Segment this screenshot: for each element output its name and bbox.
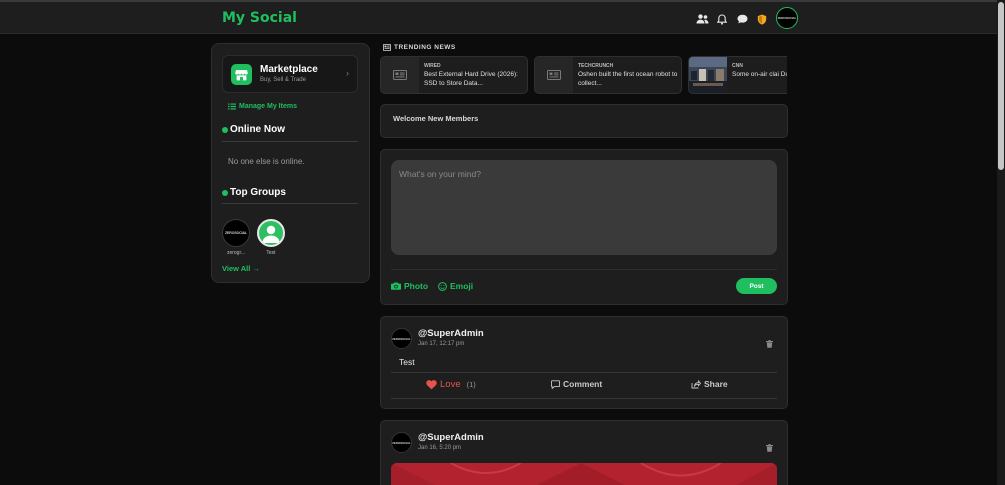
share-button[interactable]: Share (691, 379, 728, 389)
divider (222, 141, 358, 142)
avatar-logo: ZEROSOCIAL (392, 336, 411, 341)
news-placeholder-icon (535, 57, 573, 93)
share-label: Share (704, 379, 728, 389)
list-icon (228, 103, 236, 110)
users-icon[interactable] (694, 11, 710, 27)
comment-label: Comment (563, 379, 603, 389)
comment-icon (551, 379, 560, 389)
header-icons (694, 7, 774, 31)
online-empty-text: No one else is online. (228, 157, 305, 166)
profile-avatar[interactable]: ZEROSOCIAL (776, 7, 798, 29)
manage-items-label: Manage My Items (239, 103, 297, 110)
brand-logo[interactable]: My Social (222, 10, 297, 26)
smile-icon (438, 281, 447, 291)
news-card[interactable]: CNN Some on-air clai Dominion Voting (688, 56, 787, 94)
camera-icon (391, 282, 401, 290)
news-headline: Best External Hard Drive (2026): SSD to … (424, 71, 518, 87)
group-logo: ZEROSOCIAL (225, 231, 247, 235)
groups-dot-icon (222, 189, 228, 196)
trash-icon[interactable] (766, 335, 773, 353)
add-photo-button[interactable]: Photo (391, 281, 428, 291)
group-name: zerogr... (226, 250, 246, 256)
group-avatar: ZEROSOCIAL (222, 219, 250, 247)
store-icon (231, 64, 252, 85)
online-dot-icon (222, 126, 228, 133)
news-headline: Some on-air clai Dominion Voting (732, 71, 787, 78)
divider (391, 398, 777, 399)
marketplace-card[interactable]: Marketplace Buy, Sell & Trade › (222, 55, 358, 93)
post-composer: Photo Emoji Post (380, 149, 788, 305)
news-card[interactable]: TECHCRUNCH Oshen built the first ocean r… (534, 56, 682, 94)
love-count: (1) (466, 380, 476, 389)
group-name: Test (266, 250, 276, 256)
marketplace-subtitle: Buy, Sell & Trade (260, 77, 306, 83)
view-all-groups-link[interactable]: View All → (222, 264, 260, 273)
group-item[interactable]: Test (257, 219, 285, 256)
top-bar: My Social ZEROSOCIAL (0, 0, 997, 34)
online-now-title: Online Now (230, 124, 285, 135)
post-card: ZEROSOCIAL @SuperAdmin Jan 17, 12:17 pm … (380, 316, 788, 409)
divider (222, 203, 358, 204)
newspaper-icon (383, 44, 391, 51)
news-source: CNN (732, 63, 743, 69)
default-user-icon (257, 219, 285, 247)
shield-icon[interactable] (754, 11, 770, 27)
news-headline: Oshen built the first ocean robot to col… (578, 71, 678, 87)
marketplace-title: Marketplace (260, 64, 318, 75)
post-text: Test (399, 357, 415, 367)
group-item[interactable]: ZEROSOCIAL zerogr... (222, 219, 250, 256)
news-carousel[interactable]: WIRED Best External Hard Drive (2026): S… (380, 56, 787, 94)
online-now-heading: Online Now (222, 124, 285, 135)
chevron-right-icon: › (346, 68, 349, 78)
news-card[interactable]: WIRED Best External Hard Drive (2026): S… (380, 56, 528, 94)
post-avatar[interactable]: ZEROSOCIAL (391, 432, 412, 453)
post-author[interactable]: @SuperAdmin (418, 432, 484, 443)
post-card: ZEROSOCIAL @SuperAdmin Jan 16, 5:20 pm (380, 420, 788, 485)
divider (391, 372, 777, 373)
left-sidebar: Marketplace Buy, Sell & Trade › Manage M… (211, 43, 370, 283)
share-icon (691, 379, 701, 388)
avatar-logo: ZEROSOCIAL (777, 16, 797, 20)
top-groups-title: Top Groups (230, 187, 286, 198)
comment-button[interactable]: Comment (551, 379, 602, 389)
news-source: WIRED (424, 63, 441, 69)
heart-icon (426, 379, 437, 389)
avatar-logo: ZEROSOCIAL (392, 440, 411, 445)
add-emoji-button[interactable]: Emoji (438, 281, 473, 291)
post-image[interactable] (391, 463, 777, 485)
news-source: TECHCRUNCH (578, 63, 614, 69)
news-photo (689, 57, 727, 93)
bell-icon[interactable] (714, 11, 730, 27)
page-scrollbar[interactable] (997, 0, 1005, 485)
post-timestamp: Jan 17, 12:17 pm (418, 341, 465, 347)
trending-news-heading: TRENDING NEWS (383, 44, 456, 51)
manage-items-link[interactable]: Manage My Items (228, 103, 297, 110)
news-placeholder-icon (381, 57, 419, 93)
emoji-label: Emoji (450, 281, 474, 291)
welcome-members-card: Welcome New Members (380, 104, 788, 138)
welcome-title: Welcome New Members (393, 114, 479, 123)
photo-label: Photo (404, 281, 429, 291)
chat-icon[interactable] (734, 11, 750, 27)
trash-icon[interactable] (766, 439, 773, 457)
divider (391, 269, 777, 270)
top-groups-heading: Top Groups (222, 187, 286, 198)
love-button[interactable]: Love (1) (426, 379, 476, 390)
love-label: Love (440, 379, 461, 390)
composer-input[interactable] (391, 160, 777, 255)
trending-news-title: TRENDING NEWS (394, 44, 456, 51)
post-button[interactable]: Post (736, 278, 777, 294)
post-avatar[interactable]: ZEROSOCIAL (391, 328, 412, 349)
post-timestamp: Jan 16, 5:20 pm (418, 445, 462, 451)
scrollbar-thumb[interactable] (998, 2, 1004, 170)
post-author[interactable]: @SuperAdmin (418, 328, 484, 339)
